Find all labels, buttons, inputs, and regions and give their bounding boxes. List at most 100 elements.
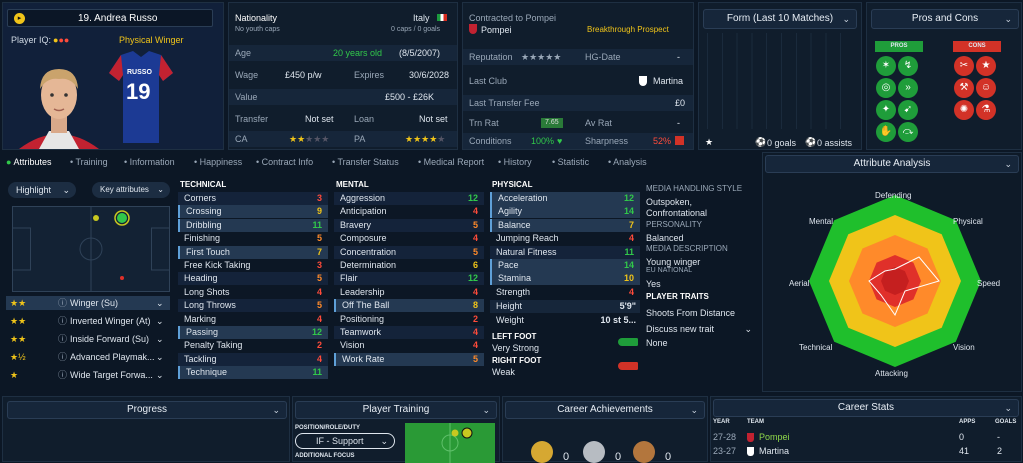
player-iq-dots: ●●● [53,35,70,45]
table-row[interactable]: 27-28 Pompei 0 - [711,431,1021,444]
tab-attributes[interactable]: ● Attributes [6,157,51,167]
attribute-value: 8 [472,300,478,311]
attribute-row[interactable]: Aggression 12 [334,192,484,205]
attribute-value: 12 [467,273,478,284]
attribute-row[interactable]: Passing 12 [178,326,328,339]
pro-pass-icon: ➹ [898,100,918,120]
attribute-value: 4 [472,327,478,337]
tab-happiness[interactable]: • Happiness [194,157,242,167]
youth-caps: No youth caps [235,26,280,33]
attribute-row[interactable]: Technique 11 [178,366,328,380]
attribute-row[interactable]: Composure 4 [334,232,484,245]
player-name: 19. Andrea Russo [78,13,158,24]
attribute-row[interactable]: Teamwork 4 [334,326,484,339]
last-club-row: Last Club Martina [463,73,693,89]
attribute-row[interactable]: Work Rate 5 [334,352,484,366]
tab-statistic[interactable]: • Statistic [552,157,589,167]
attribute-value: 12 [467,193,478,203]
pros-cons-dropdown[interactable]: Pros and Cons ⌄ [871,9,1019,29]
attribute-value: 3 [316,193,322,203]
highlight-dropdown[interactable]: Highlight ⌄ [8,182,76,198]
attribute-row[interactable]: Flair 12 [334,272,484,286]
training-dropdown[interactable]: Player Training ⌄ [295,401,497,419]
career-stats-dropdown[interactable]: Career Stats ⌄ [713,399,1019,417]
chevron-down-icon: ⌄ [1004,14,1012,24]
tab-medical-report[interactable]: • Medical Report [418,157,484,167]
attribute-row[interactable]: Marking 4 [178,313,328,326]
attribute-row[interactable]: Jumping Reach 4 [490,232,640,245]
role-item[interactable]: ★½ ⓘ Advanced Playmak... ⌄ [6,350,170,364]
attribute-row[interactable]: Long Throws 5 [178,299,328,313]
attribute-row[interactable]: Corners 3 [178,192,328,205]
tab-transfer-status[interactable]: • Transfer Status [332,157,399,167]
attribute-row[interactable]: Agility 14 [490,205,640,219]
attribute-row[interactable]: Determination 6 [334,259,484,272]
tab-training[interactable]: • Training [70,157,108,167]
contracted-label: Contracted to Pompei [469,13,557,23]
achievements-dropdown[interactable]: Career Achievements ⌄ [505,401,705,419]
role-item[interactable]: ★★ ⓘ Inside Forward (Su) ⌄ [6,332,170,346]
attribute-row[interactable]: First Touch 7 [178,245,328,259]
form-dropdown[interactable]: Form (Last 10 Matches) ⌄ [703,9,857,29]
role-item[interactable]: ★★ ⓘ Inverted Winger (At) ⌄ [6,314,170,328]
attribute-row[interactable]: Positioning 2 [334,313,484,326]
attribute-row[interactable]: Long Shots 4 [178,286,328,299]
career-achievements-panel: Career Achievements ⌄ 0 0 0 [502,396,708,463]
role-item[interactable]: ★ ⓘ Wide Target Forwa... ⌄ [6,368,170,382]
player-name-box[interactable]: ▸ 19. Andrea Russo [7,9,213,27]
club-name[interactable]: Pompei [481,25,512,35]
last-club-value[interactable]: Martina [653,73,683,89]
attribute-name: Positioning [340,313,385,324]
transfer-value[interactable]: Not set [305,111,334,127]
tab-history[interactable]: • History [498,157,532,167]
attribute-row[interactable]: Dribbling 11 [178,218,328,232]
loan-value[interactable]: Not set [419,111,448,127]
attribute-row[interactable]: Tackling 4 [178,352,328,366]
role-item[interactable]: ★★ ⓘ Winger (Su) ⌄ [6,296,170,310]
attribute-row[interactable]: Vision 4 [334,339,484,352]
attribute-row[interactable]: Crossing 9 [178,205,328,219]
attribute-name: Finishing [184,233,221,244]
gold-trophy-icon [531,441,553,463]
attribute-row[interactable]: Heading 5 [178,272,328,286]
attribute-row[interactable]: Finishing 5 [178,232,328,245]
height-row: Height 5'9" [490,300,640,313]
attribute-row[interactable]: Strength 4 [490,286,640,299]
attribute-name: Tackling [184,353,217,364]
progress-dropdown[interactable]: Progress ⌄ [7,401,287,419]
position-role-select[interactable]: IF - Support ⌄ [295,433,395,449]
attribute-row[interactable]: Concentration 5 [334,245,484,259]
info-icon: ⓘ [58,316,68,326]
attribute-row[interactable]: Stamina 10 [490,272,640,286]
attribute-row[interactable]: Anticipation 4 [334,205,484,218]
player-menu-icon[interactable]: ▸ [14,13,25,24]
attribute-row[interactable]: Pace 14 [490,259,640,272]
tab-analysis[interactable]: • Analysis [608,157,647,167]
info-icon: ⓘ [58,298,68,308]
attribute-row[interactable]: Off The Ball 8 [334,299,484,313]
attribute-name: Corners [184,193,217,203]
table-row[interactable]: 23-27 Martina 41 2 [711,445,1021,458]
attribute-row[interactable]: Bravery 5 [334,218,484,232]
attribute-row[interactable]: Leadership 4 [334,286,484,299]
pro-flair-icon: ✦ [876,100,896,120]
attribute-name: Penalty Taking [184,340,243,351]
attribute-row[interactable]: Penalty Taking 2 [178,339,328,352]
chevron-down-icon: ⌄ [157,185,164,194]
tab-contract-info[interactable]: • Contract Info [256,157,313,167]
attribute-value: 10 [623,273,634,284]
attribute-row[interactable]: Natural Fitness 11 [490,245,640,259]
attribute-row[interactable]: Acceleration 12 [490,192,640,205]
discuss-trait-dropdown[interactable]: Discuss new trait ⌄ [646,324,754,334]
attribute-value: 12 [311,327,322,337]
physical-column: PHYSICAL Acceleration 12 Agility 14 Balance 7… [490,178,642,390]
technical-title: TECHNICAL [180,180,227,189]
assists-icon: ⚽ [805,137,817,147]
info-panel: Nationality Italy No youth caps 0 caps /… [228,2,458,150]
tab-information[interactable]: • Information [124,157,175,167]
attribute-row[interactable]: Balance 7 [490,218,640,232]
attribute-row[interactable]: Free Kick Taking 3 [178,259,328,272]
chevron-down-icon: ⌄ [156,352,164,362]
analysis-dropdown[interactable]: Attribute Analysis ⌄ [765,155,1019,173]
key-attributes-dropdown[interactable]: Key attributes ⌄ [92,182,170,198]
